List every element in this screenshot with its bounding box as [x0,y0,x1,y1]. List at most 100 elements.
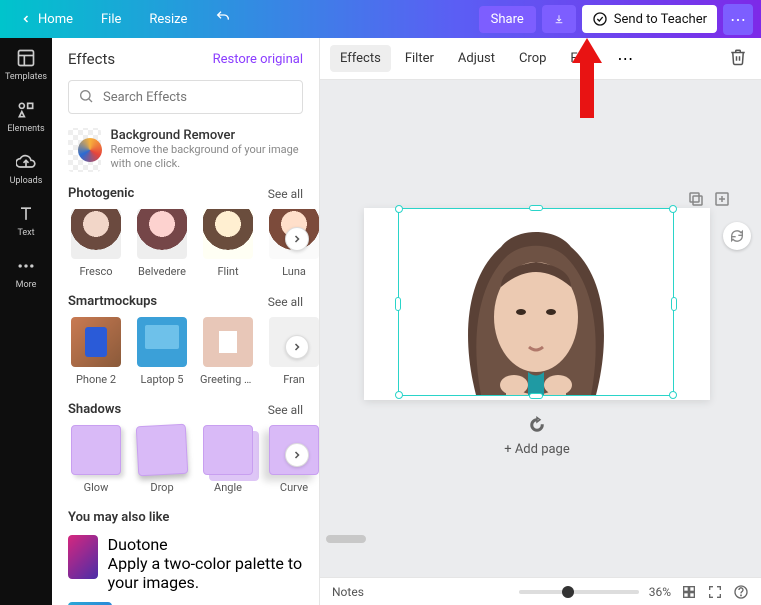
tool-crop[interactable]: Crop [509,45,556,72]
thumb-image [71,317,121,367]
thumb-image [71,425,121,475]
mockup-laptop5[interactable]: Laptop 5 [134,317,190,386]
thumb-label: Flint [200,265,256,278]
mockup-phone2[interactable]: Phone 2 [68,317,124,386]
nav-label: Uploads [10,176,43,186]
rotate-icon[interactable] [528,416,546,434]
ellipsis-icon: ⋯ [730,10,746,29]
see-all-photogenic[interactable]: See all [268,187,303,201]
selected-image[interactable] [421,207,651,395]
horizontal-scrollbar[interactable] [320,535,761,545]
home-button[interactable]: Home [8,6,85,33]
see-all-shadows[interactable]: See all [268,403,303,417]
thumb-label: Phone 2 [68,373,124,386]
notes-button[interactable]: Notes [332,585,364,599]
scrollbar-thumb[interactable] [326,535,366,543]
thumb-image [71,209,121,259]
share-button[interactable]: Share [479,6,536,33]
send-label: Send to Teacher [614,12,707,27]
scroll-next-smartmockups[interactable] [285,335,309,359]
nav-templates[interactable]: Templates [5,48,47,82]
nav-label: Elements [7,124,44,134]
thumb-label: Glow [68,481,124,494]
restore-original-link[interactable]: Restore original [213,52,303,67]
templates-icon [16,48,36,68]
download-button[interactable] [542,5,576,33]
help-icon[interactable] [733,584,749,600]
selection-box[interactable] [398,208,674,396]
thumb-image [137,317,187,367]
resize-handle-ml[interactable] [395,297,401,311]
tool-flip[interactable]: Flip [560,45,601,72]
nav-elements[interactable]: Elements [7,100,44,134]
background-remover-title: Background Remover [111,128,303,143]
effect-fresco[interactable]: Fresco [68,209,124,278]
add-page-button[interactable]: + Add page [364,442,710,457]
grid-view-icon[interactable] [681,584,697,600]
resize-handle-mb[interactable] [529,393,543,399]
background-remover-item[interactable]: Background Remover Remove the background… [68,128,303,172]
sync-button[interactable] [723,222,751,250]
nav-label: Text [17,228,34,238]
see-all-smartmockups[interactable]: See all [268,295,303,309]
chevron-right-icon [291,233,303,245]
chevron-right-icon [291,449,303,461]
scroll-next-photogenic[interactable] [285,227,309,251]
resize-menu[interactable]: Resize [137,6,199,33]
resize-handle-br[interactable] [669,391,677,399]
zoom-slider[interactable] [519,590,639,594]
canvas-stage[interactable]: + Add page [320,80,761,577]
add-page-icon[interactable] [713,190,731,208]
duplicate-page-icon[interactable] [687,190,705,208]
background-remover-thumb [68,128,101,172]
search-effects-input[interactable] [68,80,303,114]
shadow-drop[interactable]: Drop [134,425,190,494]
refresh-icon [729,228,745,244]
resize-handle-tr[interactable] [669,205,677,213]
tool-filter[interactable]: Filter [395,45,444,72]
nav-text[interactable]: Text [16,204,36,238]
resize-handle-tl[interactable] [395,205,403,213]
section-title-smartmockups: Smartmockups [68,294,157,309]
chevron-right-icon [291,341,303,353]
fullscreen-icon[interactable] [707,584,723,600]
duotone-title: Duotone [108,535,303,554]
scroll-next-shadows[interactable] [285,443,309,467]
thumb-image [203,425,253,475]
resize-handle-mt[interactable] [529,205,543,211]
download-icon [554,11,564,27]
thumb-label: Luna [266,265,319,278]
mockup-greeting-card[interactable]: Greeting car… [200,317,256,386]
panel-title: Effects [68,50,115,68]
file-menu[interactable]: File [89,6,133,33]
topbar-more-button[interactable]: ⋯ [723,4,753,35]
nav-uploads[interactable]: Uploads [10,152,43,186]
search-icon [78,88,94,108]
elements-icon [16,100,36,120]
check-circle-icon [592,11,608,27]
thumb-label: Greeting car… [200,373,256,386]
tool-more[interactable]: ⋯ [609,45,641,72]
undo-button[interactable] [203,3,243,35]
duotone-desc: Apply a two-color palette to your images… [108,554,303,592]
nav-more[interactable]: More [16,256,37,290]
section-title-shadows: Shadows [68,402,121,417]
tool-effects[interactable]: Effects [330,45,391,72]
effect-duotone[interactable]: Duotone Apply a two-color palette to you… [68,535,303,592]
thumb-label: Belvedere [134,265,190,278]
resize-handle-bl[interactable] [395,391,403,399]
resize-handle-mr[interactable] [671,297,677,311]
bottom-bar: Notes 36% [320,577,761,605]
uploads-icon [16,152,36,172]
zoom-value[interactable]: 36% [649,585,671,599]
thumb-label: Angle [200,481,256,494]
nav-label: Templates [5,72,47,82]
delete-button[interactable] [725,44,751,74]
shadow-glow[interactable]: Glow [68,425,124,494]
duotone-thumb [68,535,98,579]
effect-flint[interactable]: Flint [200,209,256,278]
tool-adjust[interactable]: Adjust [448,45,505,72]
shadow-angle[interactable]: Angle [200,425,256,494]
send-to-teacher-button[interactable]: Send to Teacher [582,5,717,33]
effect-belvedere[interactable]: Belvedere [134,209,190,278]
